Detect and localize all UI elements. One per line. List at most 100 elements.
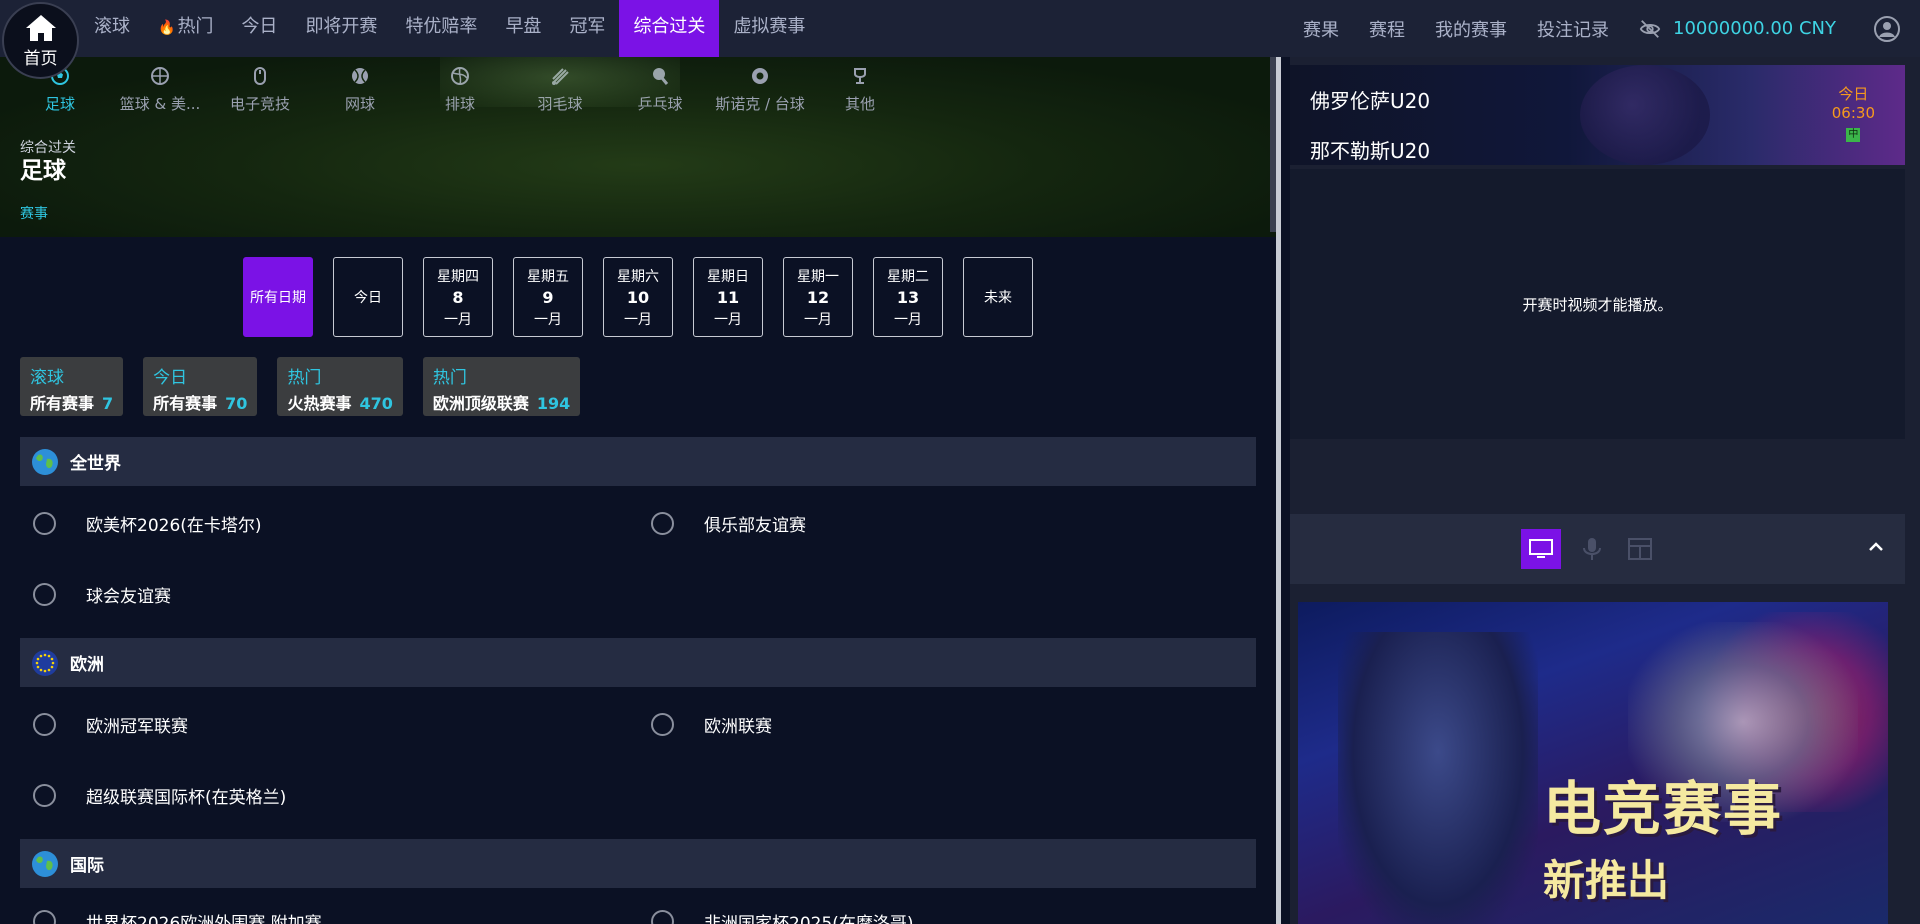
- tv-button[interactable]: [1520, 529, 1561, 569]
- league-name: 超级联赛国际杯(在英格兰): [86, 788, 287, 808]
- filter-text: 欧洲顶级联赛: [432, 394, 529, 413]
- nav-item-upcoming[interactable]: 即将开赛: [291, 0, 391, 57]
- league-name: 世界杯2026欧洲外围赛 附加赛: [86, 914, 322, 924]
- volleyball-icon: [449, 65, 471, 87]
- away-team: 那不勒斯U20: [1310, 139, 1431, 163]
- league-name: 欧美杯2026(在卡塔尔): [86, 516, 262, 536]
- basketball-icon: [149, 65, 171, 87]
- sport-tabs: 足球 篮球 & 美... 电子竞技 网球 排球 羽毛球 乒乓球 斯诺克 / 台球…: [10, 65, 910, 114]
- page-title: 足球: [20, 158, 66, 184]
- date-all[interactable]: 所有日期: [243, 257, 313, 337]
- events-link[interactable]: 赛事: [20, 203, 48, 223]
- nav-item-odds[interactable]: 特优赔率: [391, 0, 491, 57]
- sport-tab-volleyball[interactable]: 排球: [410, 65, 510, 114]
- nav-item-hot[interactable]: 🔥 热门: [144, 0, 227, 57]
- region-header-international[interactable]: 国际: [20, 839, 1256, 888]
- microphone-icon[interactable]: [1579, 536, 1605, 562]
- promo-banner[interactable]: 电竞赛事 新推出: [1298, 602, 1888, 924]
- nav-item-parlay[interactable]: 综合过关: [619, 0, 720, 57]
- league-item[interactable]: 球会友谊赛: [33, 582, 171, 607]
- date-num: 13: [896, 287, 920, 307]
- radio-button[interactable]: [33, 784, 56, 807]
- region-header-world[interactable]: 全世界: [20, 437, 1256, 486]
- filter-text: 所有赛事: [153, 394, 218, 413]
- balance: 10000000.00 CNY: [1673, 18, 1836, 39]
- radio-button[interactable]: [33, 910, 56, 924]
- sport-tab-table-tennis[interactable]: 乒乓球: [610, 65, 710, 114]
- league-item[interactable]: 世界杯2026欧洲外围赛 附加赛: [33, 909, 322, 924]
- home-icon: [25, 14, 56, 41]
- mouse-icon: [249, 65, 271, 87]
- nav-item-inplay[interactable]: 滚球: [80, 0, 144, 57]
- sport-tab-basketball[interactable]: 篮球 & 美...: [110, 65, 210, 114]
- filter-top-leagues[interactable]: 热门 欧洲顶级联赛 194: [422, 357, 581, 416]
- date-sun[interactable]: 星期日 11 一月: [693, 257, 763, 337]
- date-day: 星期五: [527, 268, 569, 285]
- sport-label: 足球: [44, 95, 75, 113]
- nav-item-today[interactable]: 今日: [227, 0, 291, 57]
- sport-tab-snooker[interactable]: 斯诺克 / 台球: [710, 65, 810, 114]
- date-num: 10: [626, 287, 650, 307]
- eye-off-icon[interactable]: [1639, 18, 1661, 40]
- league-item[interactable]: 非洲国家杯2025(在摩洛哥): [651, 909, 914, 924]
- date-thu[interactable]: 星期四 8 一月: [423, 257, 493, 337]
- date-today[interactable]: 今日: [333, 257, 403, 337]
- league-item[interactable]: 欧洲联赛: [651, 712, 772, 737]
- nav-results[interactable]: 赛果: [1303, 16, 1339, 42]
- date-mon[interactable]: 星期一 12 一月: [783, 257, 853, 337]
- nav-item-virtual[interactable]: 虚拟赛事: [719, 0, 819, 57]
- nav-item-hot-label: 热门: [177, 16, 214, 37]
- nav-bet-history[interactable]: 投注记录: [1537, 16, 1609, 42]
- filter-text: 所有赛事: [30, 394, 95, 413]
- filter-today[interactable]: 今日 所有赛事 70: [143, 357, 258, 416]
- date-num: 9: [542, 287, 554, 307]
- promo-subtitle: 新推出: [1543, 856, 1670, 905]
- sport-label: 篮球 & 美...: [119, 95, 201, 113]
- league-item[interactable]: 俱乐部友谊赛: [651, 511, 806, 536]
- eu-flag-icon: [32, 649, 58, 676]
- quick-filters: 滚球 所有赛事 7 今日 所有赛事 70 热门 火热赛事 470 热门 欧洲顶级联赛 194: [20, 357, 600, 416]
- chevron-up-icon[interactable]: [1867, 538, 1885, 556]
- radio-button[interactable]: [33, 713, 56, 736]
- date-future[interactable]: 未来: [963, 257, 1033, 337]
- league-item[interactable]: 欧洲冠军联赛: [33, 712, 188, 737]
- radio-button[interactable]: [33, 583, 56, 606]
- filter-count: 70: [225, 394, 248, 413]
- nav-my-events[interactable]: 我的赛事: [1435, 16, 1507, 42]
- scoreboard-icon[interactable]: [1627, 536, 1653, 562]
- home-label: 首页: [23, 48, 58, 69]
- nav-schedule[interactable]: 赛程: [1369, 16, 1405, 42]
- status-badge: 中: [1846, 128, 1861, 142]
- radio-button[interactable]: [651, 910, 674, 924]
- user-icon[interactable]: [1874, 15, 1900, 42]
- date-month: 一月: [894, 311, 922, 328]
- match-clock: 06:30: [1831, 104, 1875, 122]
- nav-item-early[interactable]: 早盘: [491, 0, 555, 57]
- sport-tab-esports[interactable]: 电子竞技: [210, 65, 310, 114]
- sport-label: 乒乓球: [637, 95, 683, 113]
- scrollbar[interactable]: [1270, 57, 1281, 924]
- nav-item-outright[interactable]: 冠军: [555, 0, 619, 57]
- filter-inplay[interactable]: 滚球 所有赛事 7: [20, 357, 124, 416]
- sport-tab-other[interactable]: 其他: [810, 65, 910, 114]
- video-player: 开赛时视频才能播放。: [1290, 169, 1905, 439]
- sport-label: 羽毛球: [537, 95, 583, 113]
- radio-button[interactable]: [651, 512, 674, 535]
- home-button[interactable]: 首页: [2, 2, 79, 79]
- sport-tab-badminton[interactable]: 羽毛球: [510, 65, 610, 114]
- league-item[interactable]: 欧美杯2026(在卡塔尔): [33, 511, 262, 536]
- date-tue[interactable]: 星期二 13 一月: [873, 257, 943, 337]
- region-name: 国际: [70, 856, 104, 876]
- date-fri[interactable]: 星期五 9 一月: [513, 257, 583, 337]
- date-num: 11: [716, 287, 740, 307]
- filter-hot[interactable]: 热门 火热赛事 470: [277, 357, 403, 416]
- date-sat[interactable]: 星期六 10 一月: [603, 257, 673, 337]
- featured-match[interactable]: 佛罗伦萨U20 那不勒斯U20 今日 06:30 中: [1290, 65, 1905, 165]
- region-header-europe[interactable]: 欧洲: [20, 638, 1256, 687]
- sport-tab-tennis[interactable]: 网球: [310, 65, 410, 114]
- tennis-icon: [349, 65, 371, 87]
- date-month: 一月: [624, 311, 652, 328]
- league-item[interactable]: 超级联赛国际杯(在英格兰): [33, 783, 286, 808]
- radio-button[interactable]: [651, 713, 674, 736]
- radio-button[interactable]: [33, 512, 56, 535]
